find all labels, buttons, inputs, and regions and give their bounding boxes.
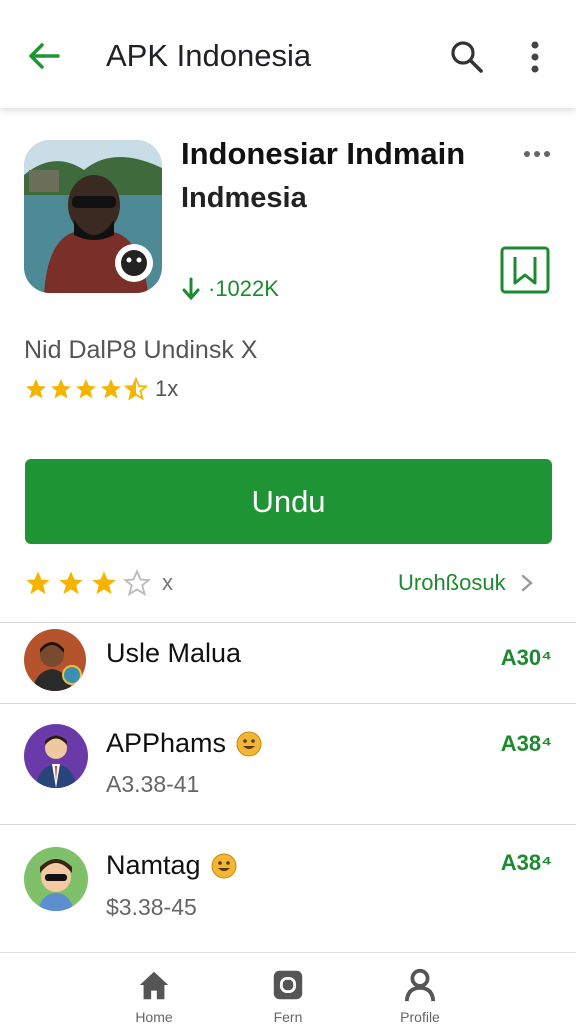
person-icon — [404, 968, 436, 1002]
more-vert-icon[interactable] — [522, 38, 548, 76]
list-item-name-row: Namtag — [106, 850, 237, 881]
page-title: APK Indonesia — [106, 38, 312, 73]
star-full-icon — [76, 379, 96, 399]
list-item-name: Namtag — [106, 850, 201, 880]
chevron-right-icon — [521, 574, 533, 592]
list-item-meta: A3.38-41 — [106, 771, 200, 797]
star-full-icon — [51, 379, 71, 399]
developer-name[interactable]: Nid DalP8 Undinsk X — [24, 336, 257, 365]
list-item[interactable]: APPhams A3.38-41 A38⁴ — [0, 704, 576, 824]
nav-item-home[interactable]: Home — [104, 967, 204, 1025]
star-full-icon[interactable] — [90, 569, 118, 597]
list-item[interactable]: Namtag $3.38-45 A38⁴ — [0, 825, 576, 945]
reviews-link[interactable]: Urohßosuk — [398, 566, 534, 600]
download-arrow-icon — [182, 277, 200, 301]
avatar — [24, 724, 88, 788]
star-half-icon — [124, 377, 148, 401]
list-item[interactable]: Usle Malua A30⁴ — [0, 623, 576, 703]
download-count: ·1022K — [180, 274, 279, 304]
install-button[interactable]: Undu — [25, 459, 552, 544]
square-icon — [273, 970, 303, 1000]
reviews-link-label: Urohßosuk — [398, 570, 506, 595]
app-icon — [24, 140, 162, 293]
list-item-name-row: APPhams — [106, 728, 262, 759]
rating-count: 1x — [155, 376, 179, 401]
star-full-icon — [26, 379, 46, 399]
list-item-name: APPhams — [106, 728, 227, 758]
arrow-back-icon[interactable] — [24, 36, 64, 76]
app-bar: APK Indonesia — [0, 0, 576, 108]
nav-item-profile[interactable]: Profile — [370, 967, 470, 1025]
app-title: Indonesiar Indmain — [181, 136, 466, 171]
list-item-meta: $3.38-45 — [106, 894, 197, 920]
nav-label: Home — [135, 1009, 173, 1025]
grin-emoji-icon — [211, 853, 237, 878]
avatar — [24, 629, 86, 691]
bottom-nav: Home Fern Profile — [0, 952, 576, 1025]
more-horiz-icon[interactable] — [522, 144, 552, 164]
bookmark-icon[interactable] — [499, 245, 551, 295]
grin-emoji-icon — [236, 731, 262, 756]
nav-label: Fern — [273, 1009, 303, 1025]
star-empty-icon[interactable] — [123, 569, 151, 597]
home-icon — [139, 971, 169, 1000]
star-full-icon[interactable] — [57, 569, 85, 597]
list-item-price: A30⁴ — [500, 645, 552, 670]
star-full-icon — [101, 379, 121, 399]
search-icon[interactable] — [448, 38, 486, 76]
list-item-price: A38⁴ — [500, 850, 552, 875]
rating-row-label: x — [162, 570, 173, 595]
list-item-name: Usle Malua — [106, 638, 242, 668]
avatar — [24, 847, 88, 911]
star-full-icon[interactable] — [24, 569, 52, 597]
download-count-value: ·1022K — [208, 276, 279, 301]
app-subtitle: Indmesia — [181, 182, 307, 214]
nav-label: Profile — [400, 1009, 440, 1025]
list-item-price: A38⁴ — [500, 731, 552, 756]
nav-item-fern[interactable]: Fern — [238, 967, 338, 1025]
app-rating: 1x — [24, 374, 178, 404]
user-rating-stars[interactable]: x — [24, 566, 173, 600]
